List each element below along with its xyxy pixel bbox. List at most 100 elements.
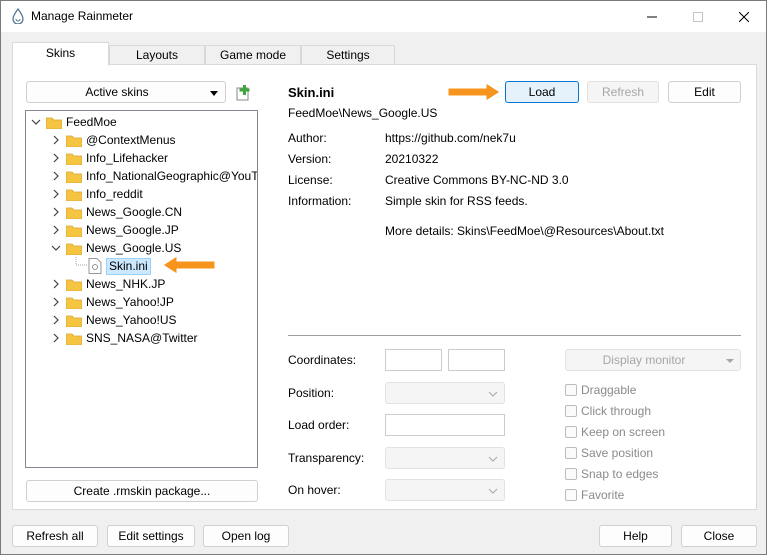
tab-settings[interactable]: Settings	[301, 45, 395, 65]
ini-file-icon	[88, 258, 102, 274]
tree-item-label: News_Google.US	[86, 241, 182, 255]
close-icon	[739, 11, 749, 22]
tab-skins[interactable]: Skins	[12, 42, 109, 66]
edit-button[interactable]: Edit	[668, 81, 741, 103]
coordinate-y-input[interactable]	[448, 349, 505, 371]
tree-item[interactable]: Info_NationalGeographic@YouT	[50, 167, 257, 185]
open-log-button[interactable]: Open log	[203, 525, 289, 547]
checkbox-box	[565, 489, 577, 501]
tree-item-label: News_Google.CN	[86, 205, 183, 219]
active-skins-label: Active skins	[85, 85, 149, 99]
chevron-right-icon	[53, 225, 59, 235]
title-bar[interactable]: Manage Rainmeter	[1, 1, 766, 32]
author-value: https://github.com/nek7u	[385, 131, 516, 145]
tree-item-label: SNS_NASA@Twitter	[86, 331, 198, 345]
chevron-right-icon	[53, 135, 59, 145]
skin-name: Skin.ini	[288, 85, 335, 100]
load-order-label: Load order:	[288, 418, 350, 432]
on-hover-label: On hover:	[288, 483, 341, 497]
keep-on-screen-checkbox[interactable]: Keep on screen	[565, 425, 665, 439]
manage-rainmeter-window: Manage Rainmeter Skins Layouts Game mode…	[0, 0, 767, 555]
tree-item[interactable]: News_Yahoo!JP	[50, 293, 174, 311]
tree-item[interactable]: @ContextMenus	[50, 131, 176, 149]
tree-item-label: FeedMoe	[66, 115, 117, 129]
chevron-down-icon	[488, 456, 498, 462]
information-value: Simple skin for RSS feeds.	[385, 194, 528, 208]
checkbox-label: Favorite	[581, 488, 625, 502]
tree-item[interactable]: News_Yahoo!US	[50, 311, 177, 329]
load-button[interactable]: Load	[505, 81, 579, 103]
chevron-right-icon	[53, 333, 59, 343]
folder-icon	[66, 225, 82, 237]
help-button[interactable]: Help	[599, 525, 672, 547]
checkbox-label: Snap to edges	[581, 467, 659, 481]
folder-icon	[66, 153, 82, 165]
snap-to-edges-checkbox[interactable]: Snap to edges	[565, 467, 658, 481]
position-label: Position:	[288, 386, 335, 400]
chevron-right-icon	[53, 297, 59, 307]
tree-item[interactable]: News_Google.JP	[50, 221, 179, 239]
folder-icon	[66, 171, 82, 183]
tab-bar: Skins Layouts Game mode Settings	[1, 42, 766, 66]
tab-game-mode[interactable]: Game mode	[205, 45, 301, 65]
coordinate-x-input[interactable]	[385, 349, 442, 371]
checkbox-box	[565, 468, 577, 480]
transparency-dropdown[interactable]	[385, 447, 505, 469]
display-monitor-dropdown[interactable]: Display monitor	[565, 349, 741, 371]
tree-item-root[interactable]: FeedMoe	[30, 113, 117, 131]
refresh-all-button[interactable]: Refresh all	[12, 525, 98, 547]
draggable-checkbox[interactable]: Draggable	[565, 383, 636, 397]
coordinates-label: Coordinates:	[288, 353, 357, 367]
chevron-down-icon	[31, 119, 41, 125]
folder-icon	[66, 189, 82, 201]
create-rmskin-package-button[interactable]: Create .rmskin package...	[26, 480, 258, 502]
chevron-right-icon	[53, 207, 59, 217]
tree-item-label: @ContextMenus	[86, 133, 176, 147]
edit-settings-button[interactable]: Edit settings	[107, 525, 195, 547]
checkbox-label: Save position	[581, 446, 654, 460]
on-hover-dropdown[interactable]	[385, 479, 505, 501]
tab-layouts[interactable]: Layouts	[109, 45, 205, 65]
tree-item[interactable]: News_NHK.JP	[50, 275, 165, 293]
minimize-button[interactable]	[629, 1, 675, 32]
maximize-button[interactable]	[675, 1, 721, 32]
folder-icon	[66, 207, 82, 219]
skin-path: FeedMoe\News_Google.US	[288, 106, 438, 120]
tree-item[interactable]: News_Google.CN	[50, 203, 182, 221]
chevron-right-icon	[53, 315, 59, 325]
checkbox-box	[565, 384, 577, 396]
favorite-checkbox[interactable]: Favorite	[565, 488, 624, 502]
refresh-button[interactable]: Refresh	[587, 81, 659, 103]
tree-item-label: Info_Lifehacker	[86, 151, 169, 165]
close-button[interactable]: Close	[681, 525, 757, 547]
checkbox-label: Draggable	[581, 383, 637, 397]
active-skins-dropdown[interactable]: Active skins	[26, 81, 226, 103]
add-skin-icon[interactable]	[235, 84, 253, 102]
click-through-checkbox[interactable]: Click through	[565, 404, 651, 418]
folder-icon	[66, 315, 82, 327]
skins-tree[interactable]: FeedMoe @ContextMenus Info_Lifehacker In…	[25, 110, 258, 468]
tree-item-label: News_Google.JP	[86, 223, 179, 237]
tree-item[interactable]: Info_Lifehacker	[50, 149, 168, 167]
close-window-button[interactable]	[721, 1, 767, 32]
chevron-right-icon	[53, 189, 59, 199]
rainmeter-logo-icon	[12, 8, 24, 24]
chevron-down-icon	[51, 245, 61, 251]
chevron-right-icon	[53, 153, 59, 163]
more-details-link[interactable]: More details: Skins\FeedMoe\@Resources\A…	[385, 224, 664, 238]
save-position-checkbox[interactable]: Save position	[565, 446, 653, 460]
position-dropdown[interactable]	[385, 382, 505, 404]
window-title: Manage Rainmeter	[31, 9, 134, 23]
highlight-arrow-icon	[447, 82, 501, 102]
chevron-right-icon	[53, 171, 59, 181]
tree-item[interactable]: Info_reddit	[50, 185, 143, 203]
tree-item[interactable]: SNS_NASA@Twitter	[50, 329, 198, 347]
folder-icon	[66, 333, 82, 345]
transparency-label: Transparency:	[288, 451, 365, 465]
folder-icon	[66, 279, 82, 291]
tree-item-selected[interactable]: Skin.ini	[88, 257, 151, 275]
tree-item-label: Info_reddit	[86, 187, 143, 201]
load-order-input[interactable]	[385, 414, 505, 436]
highlight-arrow-icon	[162, 255, 216, 275]
chevron-down-icon	[488, 488, 498, 494]
